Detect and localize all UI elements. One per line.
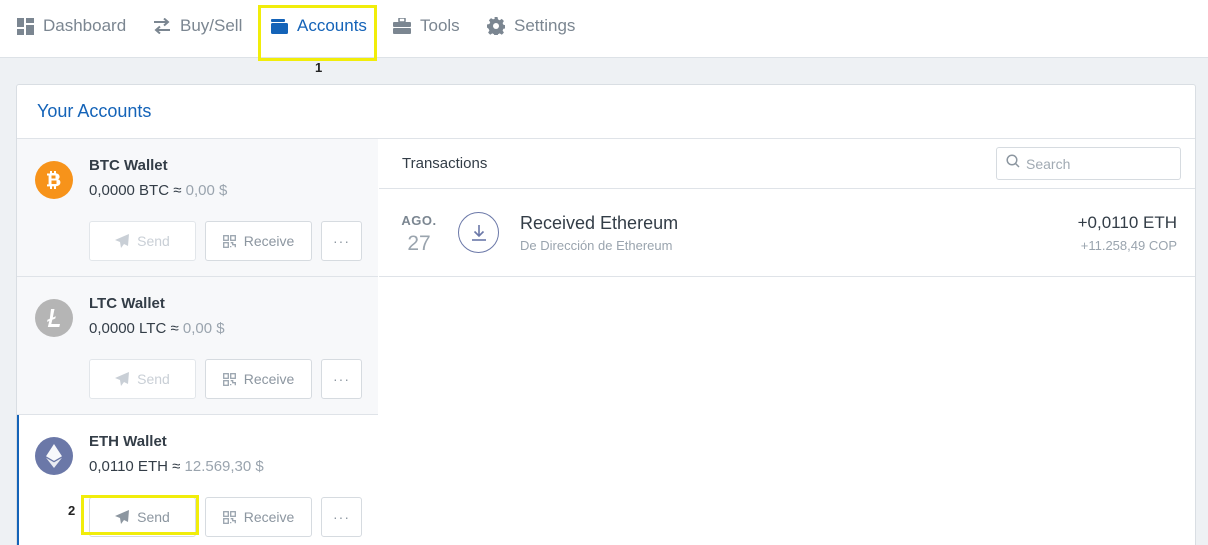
receive-button[interactable]: Receive — [205, 497, 312, 537]
bitcoin-icon — [35, 161, 73, 199]
account-item-ltc[interactable]: LTC Wallet 0,0000 LTC ≈ 0,00 $ Send Rece… — [17, 277, 378, 415]
receive-button[interactable]: Receive — [205, 221, 312, 261]
fiat-amount: 0,00 $ — [182, 320, 225, 337]
gear-icon — [487, 17, 505, 35]
nav-item-dashboard[interactable]: Dashboard — [16, 0, 126, 52]
receive-arrow-icon — [458, 212, 499, 253]
crypto-amount: 0,0000 LTC — [89, 320, 167, 337]
transactions-title: Transactions — [402, 155, 488, 172]
approx-symbol: ≈ — [170, 320, 179, 337]
wallet-balance: 0,0110 ETH ≈ 12.569,30 $ — [89, 458, 264, 475]
nav-item-label: Dashboard — [43, 16, 127, 35]
paper-plane-icon — [115, 234, 130, 248]
more-options-button[interactable]: ··· — [321, 221, 362, 261]
toolbox-icon — [393, 17, 411, 35]
nav-item-buy-sell[interactable]: Buy/Sell — [153, 0, 242, 52]
transactions-header: Transactions — [379, 139, 1195, 189]
more-label: ··· — [333, 509, 350, 525]
receive-label: Receive — [243, 233, 295, 249]
transaction-amount: +0,0110 ETH — [1077, 213, 1177, 232]
send-button[interactable]: Send — [89, 359, 196, 399]
crypto-amount: 0,0000 BTC — [89, 182, 170, 199]
more-label: ··· — [333, 233, 350, 249]
wallet-balance: 0,0000 LTC ≈ 0,00 $ — [89, 320, 225, 337]
nav-item-settings[interactable]: Settings — [487, 0, 575, 52]
search-input[interactable] — [1026, 155, 1176, 172]
transaction-subtitle: De Dirección de Ethereum — [520, 238, 673, 253]
accounts-panel: Your Accounts BTC Wallet 0,0000 BTC ≈ 0,… — [16, 84, 1196, 545]
qr-code-icon — [222, 234, 236, 248]
nav-item-label: Settings — [514, 16, 576, 35]
nav-item-label: Tools — [420, 16, 460, 35]
transaction-fiat-amount: +11.258,49 COP — [1080, 238, 1177, 253]
nav-item-tools[interactable]: Tools — [393, 0, 460, 52]
approx-symbol: ≈ — [173, 182, 182, 199]
wallet-balance: 0,0000 BTC ≈ 0,00 $ — [89, 182, 227, 199]
receive-button[interactable]: Receive — [205, 359, 312, 399]
transaction-row[interactable]: AGO. 27 Received Ethereum De Dirección d… — [379, 189, 1195, 277]
wallet-name: LTC Wallet — [89, 295, 165, 312]
more-options-button[interactable]: ··· — [321, 359, 362, 399]
annotation-highlight-accounts — [258, 5, 377, 61]
qr-code-icon — [222, 372, 236, 386]
more-options-button[interactable]: ··· — [321, 497, 362, 537]
panel-header: Your Accounts — [17, 85, 1195, 139]
search-icon — [1006, 154, 1020, 173]
qr-code-icon — [222, 510, 236, 524]
dashboard-icon — [16, 17, 34, 35]
accounts-list: BTC Wallet 0,0000 BTC ≈ 0,00 $ Send Rece… — [17, 139, 378, 545]
send-label: Send — [137, 233, 170, 249]
approx-symbol: ≈ — [172, 458, 181, 475]
litecoin-icon — [35, 299, 73, 337]
annotation-highlight-send — [81, 495, 199, 535]
crypto-amount: 0,0110 ETH — [89, 458, 168, 475]
wallet-name: BTC Wallet — [89, 157, 168, 174]
top-nav: Dashboard Buy/Sell Accounts Tools Settin… — [0, 0, 1208, 58]
swap-icon — [153, 17, 171, 35]
page-title: Your Accounts — [37, 101, 152, 121]
fiat-amount: 12.569,30 $ — [184, 458, 264, 475]
receive-label: Receive — [243, 371, 295, 387]
receive-label: Receive — [243, 509, 295, 525]
transaction-month: AGO. — [401, 213, 437, 228]
nav-item-label: Buy/Sell — [180, 16, 243, 35]
wallet-name: ETH Wallet — [89, 433, 167, 450]
send-label: Send — [137, 371, 170, 387]
annotation-callout-2: 2 — [68, 503, 76, 518]
account-item-btc[interactable]: BTC Wallet 0,0000 BTC ≈ 0,00 $ Send Rece… — [17, 139, 378, 277]
annotation-callout-1: 1 — [315, 60, 323, 75]
fiat-amount: 0,00 $ — [185, 182, 228, 199]
transaction-day: 27 — [407, 232, 431, 255]
send-button[interactable]: Send — [89, 221, 196, 261]
transaction-title: Received Ethereum — [520, 213, 679, 233]
more-label: ··· — [333, 371, 350, 387]
ethereum-icon — [35, 437, 73, 475]
transactions-section: Transactions AGO. 27 Received Ethereum D… — [379, 139, 1195, 545]
search-box[interactable] — [996, 147, 1181, 180]
paper-plane-icon — [115, 372, 130, 386]
